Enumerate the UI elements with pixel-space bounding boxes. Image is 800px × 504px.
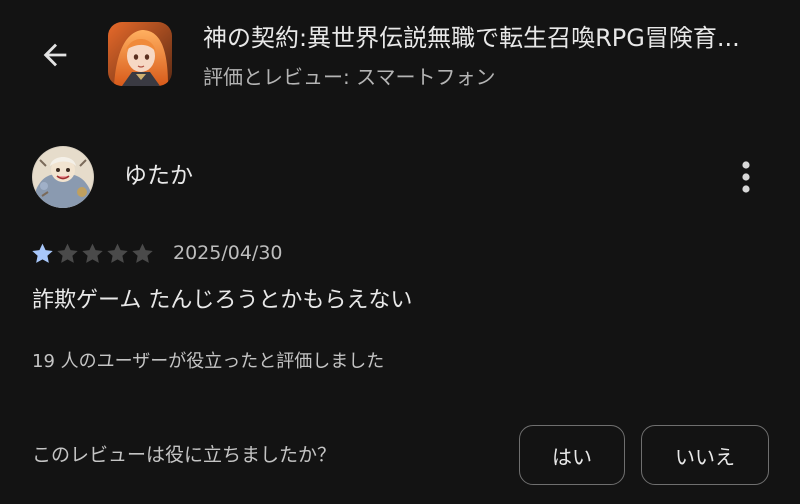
app-icon[interactable] xyxy=(108,22,172,86)
star-filled-icon xyxy=(32,243,53,263)
helpful-count: 19 人のユーザーが役立ったと評価しました xyxy=(32,351,385,372)
helpful-yes-button[interactable]: はい xyxy=(519,425,625,485)
star-empty-icon xyxy=(82,243,103,263)
arrow-left-icon xyxy=(43,43,67,67)
app-icon-image xyxy=(108,22,172,86)
reviewer-name: ゆたか xyxy=(124,163,193,189)
more-vert-icon xyxy=(742,161,750,193)
review-date: 2025/04/30 xyxy=(173,242,283,264)
user-avatar xyxy=(32,146,94,208)
star-empty-icon xyxy=(132,243,153,263)
app-header: 神の契約:異世界伝説無職で転生召喚RPG冒険育... 評価とレビュー: スマート… xyxy=(0,0,800,110)
app-title: 神の契約:異世界伝説無職で転生召喚RPG冒険育... xyxy=(203,24,740,52)
rating-row: 2025/04/30 xyxy=(30,238,283,268)
back-button[interactable] xyxy=(30,30,80,80)
ratings-subtitle: 評価とレビュー: スマートフォン xyxy=(203,65,496,89)
star-rating xyxy=(30,241,155,266)
star-empty-icon xyxy=(107,243,128,263)
more-options-button[interactable] xyxy=(724,152,768,202)
star-empty-icon xyxy=(57,243,78,263)
review-text: 詐欺ゲーム たんじろうとかもらえない xyxy=(32,288,413,313)
avatar-image xyxy=(32,146,94,208)
helpful-no-button[interactable]: いいえ xyxy=(641,425,769,485)
helpful-question: このレビューは役に立ちましたか？ xyxy=(32,444,337,466)
